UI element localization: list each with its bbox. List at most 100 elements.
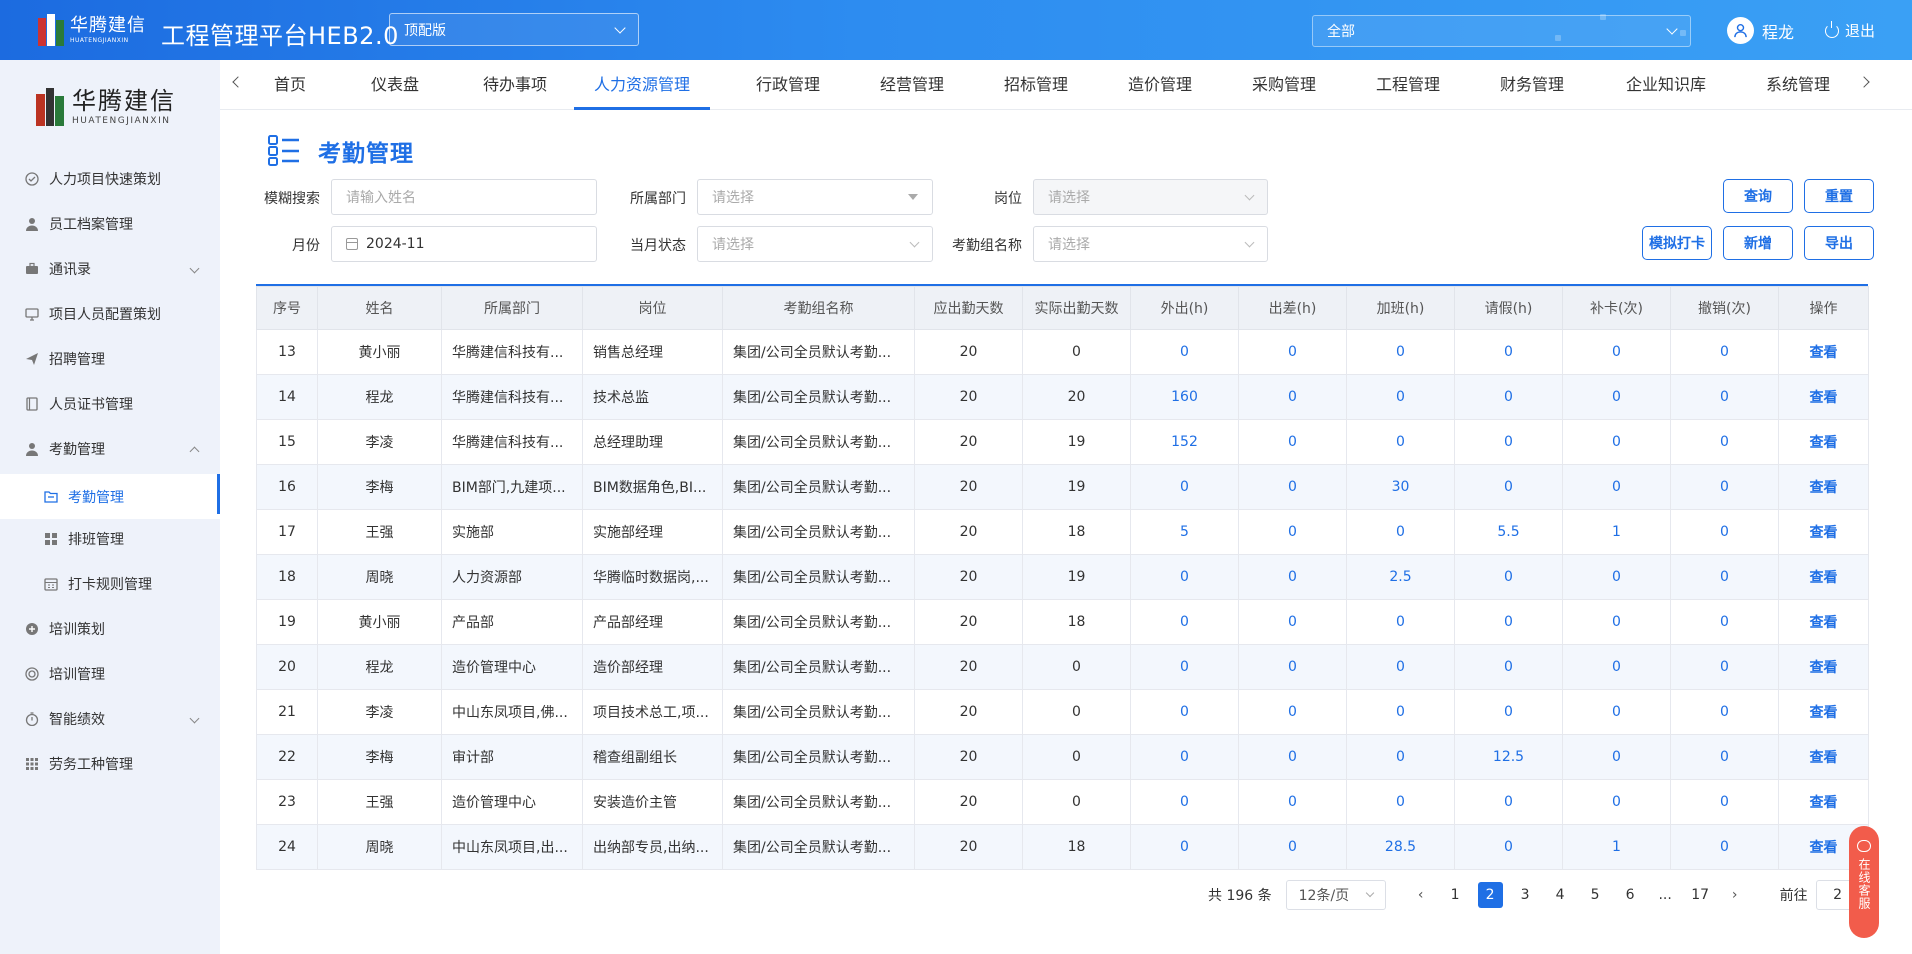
view-link[interactable]: 查看 (1778, 644, 1869, 690)
table-cell: 出纳部专员,出纳... (582, 824, 723, 870)
table-cell: 20 (914, 464, 1023, 510)
tab-operations[interactable]: 经营管理 (864, 60, 960, 110)
sidebar-item-employee-records[interactable]: 员工档案管理 (0, 204, 220, 244)
online-service-button[interactable]: 在线客服 (1849, 826, 1879, 938)
tab-todo[interactable]: 待办事项 (465, 60, 565, 110)
view-link[interactable]: 查看 (1778, 464, 1869, 510)
table-row: 22 李梅 审计部 稽查组副组长 集团/公司全员默认考勤... 20 0 0 0 0 12.5 0 0 查… (256, 734, 1869, 780)
sidebar-logo: 华腾建信 HUATENGJIANXIN (36, 88, 176, 126)
table-cell: 周晓 (317, 824, 442, 870)
sidebar-item-clock-rules[interactable]: 打卡规则管理 (0, 564, 220, 604)
tabs-next-icon[interactable] (1858, 76, 1870, 88)
tab-system[interactable]: 系统管理 (1750, 60, 1846, 110)
user-menu[interactable]: 程龙 (1727, 17, 1794, 44)
view-link[interactable]: 查看 (1778, 734, 1869, 780)
table-row: 13 黄小丽 华腾建信科技有... 销售总经理 集团/公司全员默认考勤... 20 0 0 0 0… (256, 329, 1869, 375)
scope-select[interactable]: 全部 (1312, 15, 1691, 47)
view-link[interactable]: 查看 (1778, 779, 1869, 825)
page-number[interactable]: 17 (1683, 882, 1718, 908)
table-cell: 产品部经理 (582, 599, 723, 645)
table-cell: 0 (1022, 329, 1131, 375)
page-number[interactable]: 4 (1543, 882, 1578, 908)
sidebar-item-quick-plan[interactable]: 人力项目快速策划 (0, 159, 220, 199)
page-number[interactable]: 3 (1508, 882, 1543, 908)
table-cell: 28.5 (1346, 824, 1455, 870)
table-cell: 0 (1238, 599, 1347, 645)
sidebar-item-performance[interactable]: 智能绩效 (0, 699, 220, 739)
tab-engineering[interactable]: 工程管理 (1360, 60, 1456, 110)
table-cell: 0 (1562, 599, 1671, 645)
table-cell: 0 (1670, 824, 1779, 870)
sidebar-item-staffing-plan[interactable]: 项目人员配置策划 (0, 294, 220, 334)
table-cell: 0 (1022, 779, 1131, 825)
tab-finance[interactable]: 财务管理 (1484, 60, 1580, 110)
next-page-icon[interactable]: › (1718, 887, 1752, 903)
tab-procurement[interactable]: 采购管理 (1236, 60, 1332, 110)
sidebar-item-labor-types[interactable]: 劳务工种管理 (0, 744, 220, 784)
month-status-select[interactable]: 请选择 (697, 226, 933, 262)
sidebar-item-certificates[interactable]: 人员证书管理 (0, 384, 220, 424)
tab-home[interactable]: 首页 (255, 60, 325, 110)
table-cell: 集团/公司全员默认考勤... (722, 779, 915, 825)
sidebar-logo-cn: 华腾建信 (72, 86, 176, 115)
sidebar-item-contacts[interactable]: 通讯录 (0, 249, 220, 289)
table-cell: 0 (1238, 779, 1347, 825)
page-size-select[interactable]: 12条/页 (1285, 880, 1386, 910)
edition-select[interactable]: 顶配版 (389, 13, 639, 46)
table-cell: 20 (914, 689, 1023, 735)
tab-cost[interactable]: 造价管理 (1112, 60, 1208, 110)
page-number[interactable]: 2 (1477, 882, 1503, 908)
tab-bidding[interactable]: 招标管理 (988, 60, 1084, 110)
sidebar-item-label: 项目人员配置策划 (49, 307, 161, 323)
sidebar-item-attendance[interactable]: 考勤管理 (0, 474, 220, 519)
table-cell: 18 (256, 554, 318, 600)
name-search-input[interactable]: 请输入姓名 (331, 179, 597, 215)
prev-page-icon[interactable]: ‹ (1404, 887, 1438, 903)
reset-button[interactable]: 重置 (1804, 179, 1874, 213)
sidebar-item-label: 劳务工种管理 (49, 757, 133, 773)
view-link[interactable]: 查看 (1778, 554, 1869, 600)
sidebar-item-recruitment[interactable]: 招聘管理 (0, 339, 220, 379)
table-cell: 0 (1670, 419, 1779, 465)
tabs-prev-icon[interactable] (232, 76, 244, 88)
table-cell: 0 (1670, 644, 1779, 690)
sidebar-item-training-plan[interactable]: 培训策划 (0, 609, 220, 649)
header-logo[interactable]: 华腾建信 HUATENGJIANXIN (38, 12, 150, 48)
table-cell: 集团/公司全员默认考勤... (722, 329, 915, 375)
tab-dashboard[interactable]: 仪表盘 (355, 60, 435, 110)
view-link[interactable]: 查看 (1778, 599, 1869, 645)
simulate-clock-button[interactable]: 模拟打卡 (1642, 226, 1712, 260)
view-link[interactable]: 查看 (1778, 329, 1869, 375)
attendance-group-label: 考勤组名称 (952, 238, 1022, 254)
page-number[interactable]: 1 (1438, 882, 1473, 908)
department-select[interactable]: 请选择 (697, 179, 933, 215)
grid-icon (43, 532, 58, 547)
view-link[interactable]: 查看 (1778, 374, 1869, 420)
table-cell: 集团/公司全员默认考勤... (722, 554, 915, 600)
table-cell: 0 (1022, 689, 1131, 735)
view-link[interactable]: 查看 (1778, 509, 1869, 555)
sidebar-item-scheduling[interactable]: 排班管理 (0, 519, 220, 559)
logout-button[interactable]: 退出 (1825, 20, 1875, 41)
tab-admin[interactable]: 行政管理 (740, 60, 836, 110)
page-number[interactable]: 5 (1578, 882, 1613, 908)
page-ellipsis[interactable]: ... (1648, 882, 1683, 908)
month-picker[interactable]: 2024-11 (331, 226, 597, 262)
tab-knowledge[interactable]: 企业知识库 (1608, 60, 1724, 110)
view-link[interactable]: 查看 (1778, 689, 1869, 735)
table-cell: 0 (1670, 554, 1779, 600)
tab-hr[interactable]: 人力资源管理 (574, 60, 710, 110)
post-select[interactable]: 请选择 (1033, 179, 1268, 215)
query-button[interactable]: 查询 (1723, 179, 1793, 213)
table-cell: 0 (1562, 734, 1671, 780)
sidebar-item-attendance-group[interactable]: 考勤管理 (0, 429, 220, 469)
export-button[interactable]: 导出 (1804, 226, 1874, 260)
view-link[interactable]: 查看 (1778, 419, 1869, 465)
add-button[interactable]: 新增 (1723, 226, 1793, 260)
sidebar-item-training[interactable]: 培训管理 (0, 654, 220, 694)
table-cell: 销售总经理 (582, 329, 723, 375)
attendance-group-select[interactable]: 请选择 (1033, 226, 1268, 262)
table-row: 14 程龙 华腾建信科技有... 技术总监 集团/公司全员默认考勤... 20 20 160 0… (256, 374, 1869, 420)
page-number[interactable]: 6 (1613, 882, 1648, 908)
table-cell: 0 (1454, 374, 1563, 420)
